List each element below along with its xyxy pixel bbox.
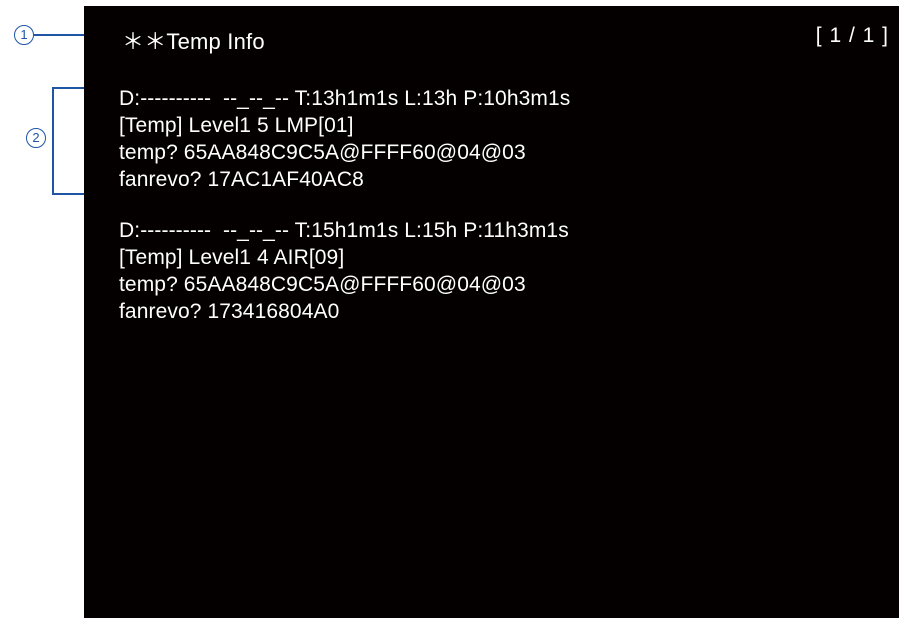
entry-temp-level-line: [Temp] Level1 4 AIR[09] [119,246,345,269]
callout-2: 2 [26,128,46,148]
entry-temp-level-line: [Temp] Level1 5 LMP[01] [119,114,354,137]
temp-log-entry: D:---------- --_--_-- T:13h1m1s L:13h P:… [119,85,879,193]
temp-info-screen: ＊＊Temp Info [ 1 / 1 ] D:---------- --_--… [84,6,899,618]
callout-1: 1 [14,25,34,45]
temp-log-entries: D:---------- --_--_-- T:13h1m1s L:13h P:… [119,85,879,349]
entry-time-line: D:---------- --_--_-- T:13h1m1s L:13h P:… [119,87,571,110]
entry-time-line: D:---------- --_--_-- T:15h1m1s L:15h P:… [119,219,569,242]
page-indicator: [ 1 / 1 ] [815,24,889,47]
entry-temp-value-line: temp? 65AA848C9C5A@FFFF60@04@03 [119,141,526,164]
screen-title: ＊＊Temp Info [122,29,265,54]
entry-fan-line: fanrevo? 17AC1AF40AC8 [119,168,364,191]
entry-temp-value-line: temp? 65AA848C9C5A@FFFF60@04@03 [119,273,526,296]
entry-fan-line: fanrevo? 173416804A0 [119,300,340,323]
temp-log-entry: D:---------- --_--_-- T:15h1m1s L:15h P:… [119,217,879,325]
